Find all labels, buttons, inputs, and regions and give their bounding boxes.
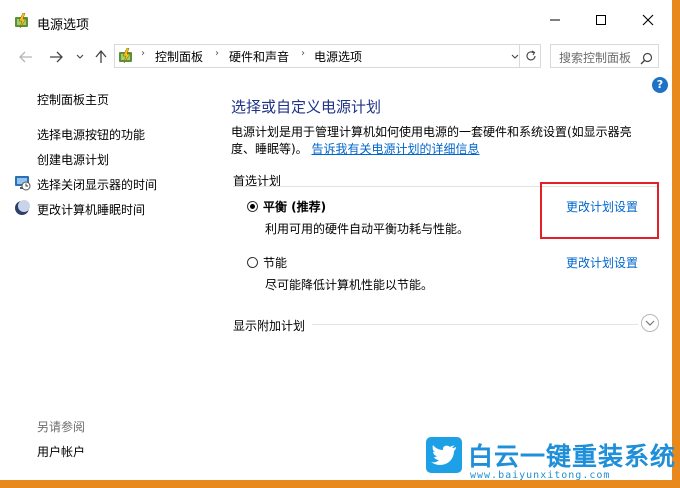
sidebar-item-sleep-time[interactable]: 更改计算机睡眠时间 bbox=[37, 201, 145, 218]
breadcrumb-separator-icon: › bbox=[301, 48, 305, 59]
power-plan-info-link[interactable]: 告诉我有关电源计划的详细信息 bbox=[312, 142, 480, 156]
search-icon[interactable] bbox=[640, 50, 653, 69]
up-button[interactable] bbox=[91, 46, 111, 68]
power-options-window: 电源选项 › 控制面板 › 硬件和声音 › 电源选项 搜索控制面板 ? 控制面板… bbox=[0, 0, 672, 480]
breadcrumb-separator-icon: › bbox=[141, 48, 145, 59]
balanced-plan-description: 利用可用的硬件自动平衡功耗与性能。 bbox=[265, 222, 470, 236]
maximize-button[interactable] bbox=[586, 8, 616, 32]
expand-additional-plans-button[interactable] bbox=[641, 314, 659, 332]
back-button[interactable] bbox=[16, 46, 36, 68]
minimize-button[interactable] bbox=[540, 8, 570, 32]
balanced-plan-radio[interactable] bbox=[247, 201, 258, 212]
sidebar-item-display-timeout[interactable]: 选择关闭显示器的时间 bbox=[37, 176, 157, 193]
window-title: 电源选项 bbox=[37, 18, 90, 33]
breadcrumb-hardware-sound[interactable]: 硬件和声音 bbox=[229, 48, 289, 65]
title-bar: 电源选项 bbox=[0, 0, 672, 40]
moon-sleep-icon bbox=[14, 200, 30, 220]
watermark: 白云一键重装系统 www.baiyunxitong.com bbox=[426, 437, 678, 486]
see-also-heading: 另请参阅 bbox=[37, 420, 86, 434]
watermark-url: www.baiyunxitong.com bbox=[470, 470, 611, 481]
power-saver-plan-radio[interactable] bbox=[247, 257, 258, 268]
forward-button[interactable] bbox=[46, 46, 66, 68]
address-bar[interactable]: › 控制面板 › 硬件和声音 › 电源选项 bbox=[114, 44, 541, 68]
breadcrumb-separator-icon: › bbox=[215, 48, 219, 59]
search-input[interactable]: 搜索控制面板 bbox=[550, 44, 659, 68]
breadcrumb-control-panel[interactable]: 控制面板 bbox=[155, 48, 203, 65]
page-title: 选择或自定义电源计划 bbox=[231, 98, 382, 116]
breadcrumb-power-options[interactable]: 电源选项 bbox=[314, 48, 362, 65]
show-additional-plans-label[interactable]: 显示附加计划 bbox=[233, 317, 305, 334]
power-saver-plan-name[interactable]: 节能 bbox=[263, 254, 287, 271]
navigation-bar: › 控制面板 › 硬件和声音 › 电源选项 搜索控制面板 bbox=[0, 44, 672, 70]
refresh-button[interactable] bbox=[519, 44, 541, 68]
sidebar-item-user-accounts[interactable]: 用户帐户 bbox=[37, 443, 85, 460]
power-saver-change-settings-link[interactable]: 更改计划设置 bbox=[566, 254, 638, 271]
sidebar-home-link[interactable]: 控制面板主页 bbox=[37, 91, 109, 108]
balanced-plan-name[interactable]: 平衡 (推荐) bbox=[263, 198, 326, 215]
power-options-app-icon bbox=[14, 12, 31, 33]
chevron-down-icon bbox=[645, 320, 655, 326]
recent-locations-button[interactable] bbox=[70, 46, 90, 68]
sidebar-item-power-button[interactable]: 选择电源按钮的功能 bbox=[37, 126, 145, 143]
page-description: 电源计划是用于管理计算机如何使用电源的一套硬件和系统设置(如显示器亮度、睡眠等)… bbox=[231, 124, 651, 158]
help-button[interactable]: ? bbox=[652, 77, 668, 93]
display-timer-icon bbox=[14, 175, 31, 195]
power-saver-plan-description: 尽可能降低计算机性能以节能。 bbox=[265, 278, 434, 292]
bird-logo-icon bbox=[426, 437, 462, 473]
sidebar-item-create-plan[interactable]: 创建电源计划 bbox=[37, 151, 109, 168]
watermark-title: 白云一键重装系统 bbox=[468, 442, 677, 471]
highlight-annotation bbox=[540, 182, 659, 239]
control-panel-icon bbox=[118, 47, 135, 68]
additional-plans-divider bbox=[312, 324, 638, 325]
close-button[interactable] bbox=[633, 8, 663, 32]
search-placeholder: 搜索控制面板 bbox=[559, 51, 632, 65]
